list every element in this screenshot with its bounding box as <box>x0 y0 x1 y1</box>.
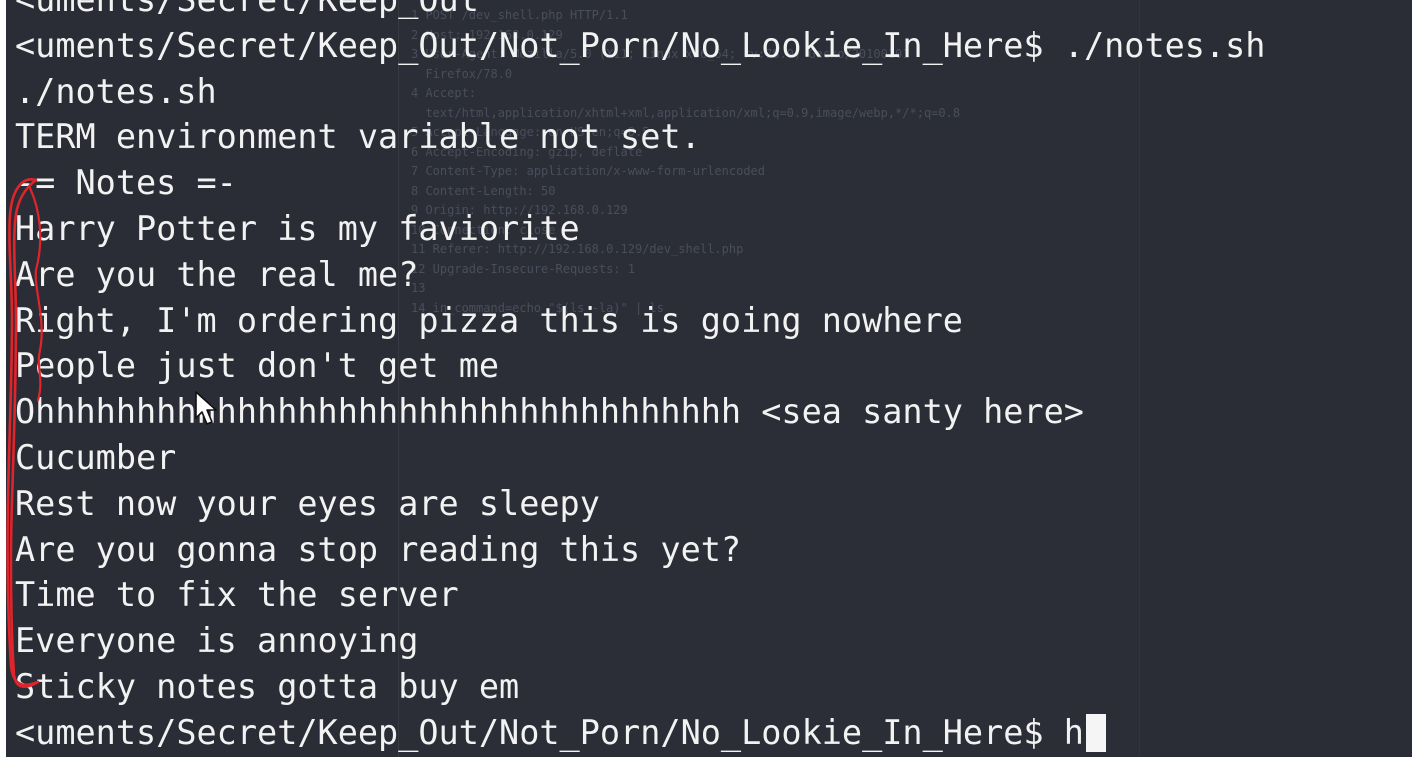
note-line: Are you the real me? <box>15 254 419 294</box>
note-line: Sticky notes gotta buy em <box>15 666 520 706</box>
note-line: Harry Potter is my faviorite <box>15 208 580 248</box>
terminal-scrolled-line: <uments/Secret/Keep_Out <box>15 0 1265 23</box>
note-line: Are you gonna stop reading this yet? <box>15 529 742 569</box>
screen: 1 POST /dev_shell.php HTTP/1.1 2 Host: 19… <box>0 0 1412 757</box>
note-line: Everyone is annoying <box>15 621 419 661</box>
note-line: Time to fix the server <box>15 575 459 615</box>
note-line: Right, I'm ordering pizza this is going … <box>15 300 963 340</box>
prompt-line[interactable]: <uments/Secret/Keep_Out/Not_Porn/No_Look… <box>15 710 1265 756</box>
terminal-line: <uments/Secret/Keep_Out/Not_Porn/No_Look… <box>15 25 1266 65</box>
note-line: People just don't get me <box>15 346 500 386</box>
notes-header: -= Notes =- <box>15 163 237 203</box>
mouse-pointer-icon <box>195 391 217 425</box>
terminal-line: TERM environment variable not set. <box>15 117 701 157</box>
command-input[interactable]: h <box>1064 713 1084 752</box>
note-line: Cucumber <box>15 437 177 477</box>
terminal-window[interactable]: 1 POST /dev_shell.php HTTP/1.1 2 Host: 19… <box>6 0 1412 757</box>
note-line: Rest now your eyes are sleepy <box>15 483 600 523</box>
prompt: <uments/Secret/Keep_Out/Not_Porn/No_Look… <box>15 712 1064 752</box>
text-cursor <box>1085 713 1106 752</box>
terminal-line: ./notes.sh <box>15 71 217 111</box>
terminal-output: <uments/Secret/Keep_Out<uments/Secret/Ke… <box>15 0 1265 756</box>
